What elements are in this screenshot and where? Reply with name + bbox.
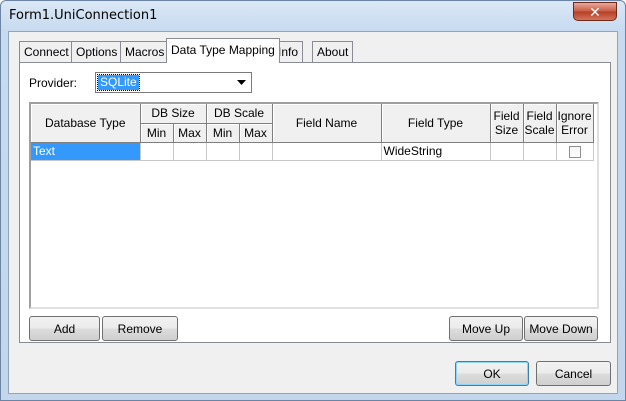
tab-options[interactable]: Options xyxy=(71,41,123,62)
cell-field-type[interactable]: WideString xyxy=(381,142,491,161)
header-database-type[interactable]: Database Type xyxy=(31,104,141,143)
ignore-error-checkbox[interactable] xyxy=(568,145,581,158)
close-button[interactable]: ✕ xyxy=(573,2,617,21)
header-field-name[interactable]: Field Name xyxy=(272,104,382,143)
cell-db-size-max[interactable] xyxy=(173,142,207,161)
data-type-mapping-page: Provider: SQLite Database Type DB Size D… xyxy=(19,62,611,343)
cell-field-name[interactable] xyxy=(272,142,382,161)
cell-db-scale-max[interactable] xyxy=(239,142,273,161)
dialog-window: Form1.UniConnection1 ✕ Connect Options M… xyxy=(0,0,626,401)
cell-db-size-min[interactable] xyxy=(140,142,174,161)
header-field-scale[interactable]: Field Scale xyxy=(523,104,557,143)
cell-db-scale-min[interactable] xyxy=(206,142,240,161)
header-db-scale-min[interactable]: Min xyxy=(206,123,240,143)
remove-button[interactable]: Remove xyxy=(102,316,178,341)
tab-macros[interactable]: Macros xyxy=(120,41,170,62)
move-down-button[interactable]: Move Down xyxy=(524,316,598,341)
tab-connect[interactable]: Connect xyxy=(19,41,74,62)
cell-database-type[interactable]: Text xyxy=(31,142,141,161)
cancel-button[interactable]: Cancel xyxy=(536,361,611,386)
cell-ignore-error[interactable] xyxy=(556,142,594,161)
header-db-scale[interactable]: DB Scale xyxy=(206,104,273,124)
add-button[interactable]: Add xyxy=(29,316,100,341)
tab-data-type-mapping[interactable]: Data Type Mapping xyxy=(166,38,280,63)
provider-value: SQLite xyxy=(97,74,140,91)
table-row[interactable]: Text WideString xyxy=(31,142,594,161)
header-field-size[interactable]: Field Size xyxy=(490,104,524,143)
move-up-button[interactable]: Move Up xyxy=(449,316,523,341)
cell-field-size[interactable] xyxy=(490,142,524,161)
mapping-grid[interactable]: Database Type DB Size DB Scale Field Nam… xyxy=(29,102,599,309)
cell-field-scale[interactable] xyxy=(523,142,557,161)
header-field-type[interactable]: Field Type xyxy=(381,104,491,143)
window-title: Form1.UniConnection1 xyxy=(9,8,158,23)
chevron-down-icon[interactable] xyxy=(233,74,250,91)
header-db-size[interactable]: DB Size xyxy=(140,104,207,124)
tab-about[interactable]: About xyxy=(312,41,354,62)
provider-select[interactable]: SQLite xyxy=(95,72,252,93)
title-bar[interactable]: Form1.UniConnection1 ✕ xyxy=(1,1,625,31)
header-db-size-max[interactable]: Max xyxy=(173,123,207,143)
header-db-size-min[interactable]: Min xyxy=(140,123,174,143)
dialog-client-area: Connect Options Macros Data Type Mapping… xyxy=(8,31,618,394)
header-db-scale-max[interactable]: Max xyxy=(239,123,273,143)
ok-button[interactable]: OK xyxy=(455,361,529,386)
close-icon: ✕ xyxy=(589,3,601,20)
provider-label: Provider: xyxy=(29,76,78,90)
header-ignore-error[interactable]: Ignore Error xyxy=(556,104,594,143)
